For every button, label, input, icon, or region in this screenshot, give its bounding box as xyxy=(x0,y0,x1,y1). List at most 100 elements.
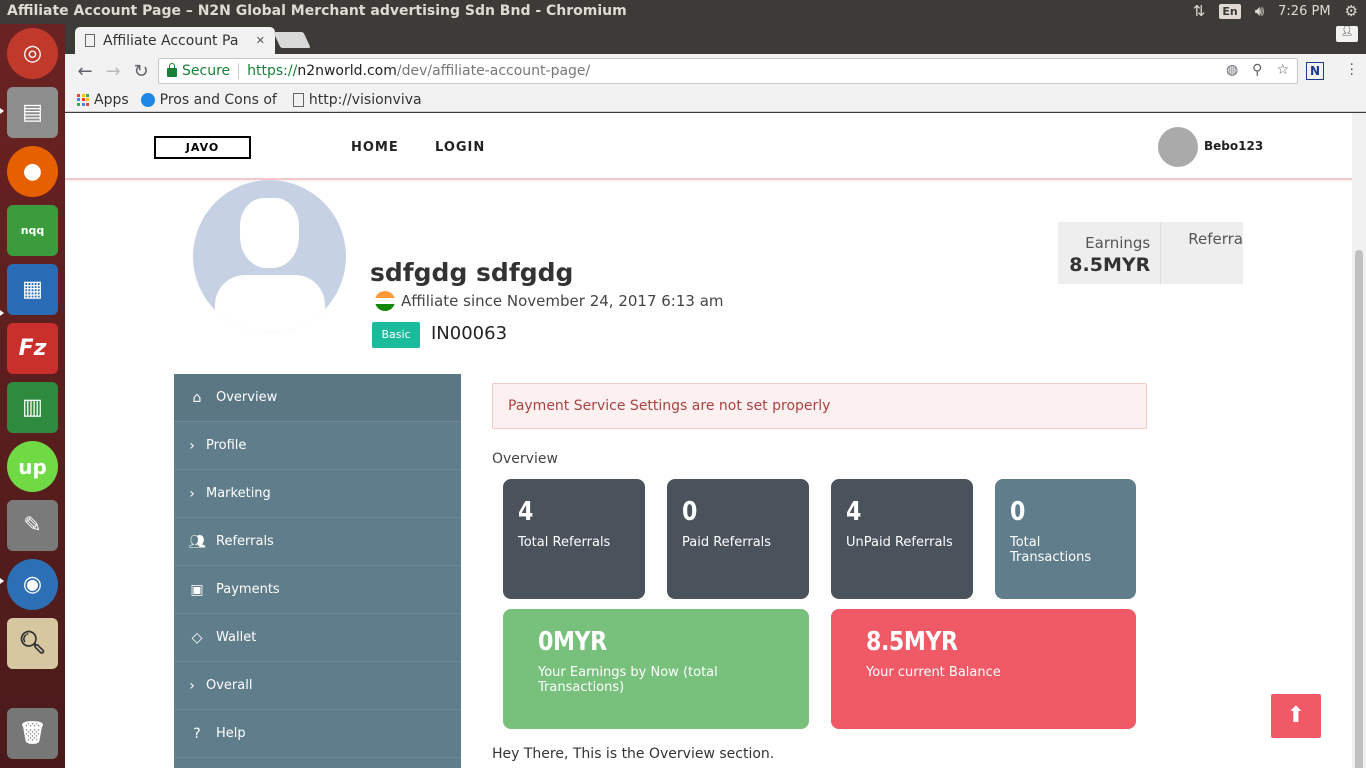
money-icon: ▣ xyxy=(190,581,204,598)
sidebar-item-referrals[interactable]: 👥︎ Referrals xyxy=(174,518,461,566)
system-settings-icon[interactable]: ✎ xyxy=(7,500,58,551)
chevron-right-icon: › xyxy=(189,485,195,502)
new-tab-button[interactable] xyxy=(273,32,311,48)
profile-name: sdfgdg sdfgdg xyxy=(370,258,574,287)
card-total-referrals: 4 Total Referrals xyxy=(503,479,645,599)
pin-icon[interactable]: ⚲ xyxy=(1252,62,1262,78)
volume-icon[interactable]: 🔊︎ xyxy=(1255,2,1264,20)
filezilla-icon[interactable]: Fz xyxy=(7,323,58,374)
sidebar-item-overall[interactable]: › Overall xyxy=(174,662,461,710)
bookmarks-bar: Apps Pros and Cons of http://visionviva xyxy=(65,88,1366,112)
launcher-running-indicator xyxy=(0,108,4,114)
scrollbar-thumb[interactable] xyxy=(1355,250,1363,768)
upwork-icon[interactable]: up xyxy=(7,441,58,492)
stats-summary: Earnings 8.5MYR Referra xyxy=(1058,222,1243,284)
card-paid-referrals: 0 Paid Referrals xyxy=(667,479,809,599)
apps-grid-icon xyxy=(77,93,89,106)
omnibox-actions: ◍ ⚲ ☆ xyxy=(1226,62,1289,78)
page-scrollbar[interactable] xyxy=(1352,113,1366,768)
account-sidebar: ⌂ Overview › Profile › Marketing 👥︎ Refe… xyxy=(174,374,461,768)
sidebar-item-wallet[interactable]: ◇ Wallet xyxy=(174,614,461,662)
bookmark-visionviva[interactable]: http://visionviva xyxy=(292,92,422,108)
writer-icon[interactable]: ▦ xyxy=(7,264,58,315)
reload-icon[interactable]: ↻ xyxy=(127,61,155,82)
user-avatar[interactable] xyxy=(1158,127,1198,167)
overview-text: Hey There, This is the Overview section. xyxy=(492,746,775,762)
forward-arrow-icon[interactable]: → xyxy=(99,61,127,82)
launcher-running-indicator xyxy=(0,310,4,316)
question-icon: ? xyxy=(193,725,201,742)
site-header: JAVO HOME LOGIN Bebo123 xyxy=(65,113,1352,180)
back-arrow-icon[interactable]: ← xyxy=(71,61,99,82)
calc-icon[interactable]: ▥ xyxy=(7,382,58,433)
nqq-icon[interactable]: nqq xyxy=(7,205,58,256)
keyboard-language[interactable]: En xyxy=(1219,3,1241,19)
card-balance: 8.5MYR Your current Balance xyxy=(831,609,1136,729)
os-top-panel: Affiliate Account Page – N2N Global Merc… xyxy=(0,0,1366,24)
image-viewer-icon[interactable]: 🔍︎ xyxy=(7,618,58,669)
browser-tabbar: Affiliate Account Pa ✕ 👤︎ xyxy=(65,24,1366,54)
back-to-top-button[interactable]: ⬆ xyxy=(1271,694,1321,738)
member-code: IN00063 xyxy=(431,323,508,344)
bookmark-site-icon xyxy=(140,92,155,107)
extension-n-icon[interactable]: N xyxy=(1306,62,1324,80)
bookmark-apps[interactable]: Apps xyxy=(77,92,129,108)
lock-icon xyxy=(167,63,177,77)
card-unpaid-referrals: 4 UnPaid Referrals xyxy=(831,479,973,599)
card-earnings: 0MYR Your Earnings by Now (total Transac… xyxy=(503,609,809,729)
menu-dots-icon[interactable]: · · · xyxy=(1350,58,1354,82)
profile-icon[interactable]: 👤︎ xyxy=(1336,26,1358,42)
chromium-icon[interactable]: ◉ xyxy=(7,559,58,610)
payment-settings-alert: Payment Service Settings are not set pro… xyxy=(492,383,1147,429)
clock[interactable]: 7:26 PM xyxy=(1278,4,1330,19)
browser-toolbar: ← → ↻ Secure https:// n2nworld.com /dev/… xyxy=(65,54,1366,88)
star-bookmark-icon[interactable]: ☆ xyxy=(1276,62,1289,78)
bookmark-pros-and-cons[interactable]: Pros and Cons of xyxy=(140,92,277,108)
system-tray: ⇅ En 🔊︎ 7:26 PM ⚙ xyxy=(1193,2,1358,20)
sidebar-item-marketing[interactable]: › Marketing xyxy=(174,470,461,518)
india-flag-icon xyxy=(375,291,395,311)
membership-badge: Basic xyxy=(372,322,420,348)
secure-indicator[interactable]: Secure xyxy=(167,63,230,79)
sidebar-item-help[interactable]: ? Help xyxy=(174,710,461,758)
chevron-right-icon: › xyxy=(189,437,195,454)
files-icon[interactable]: ▤ xyxy=(7,87,58,138)
launcher-running-indicator xyxy=(0,578,4,584)
users-icon: 👥︎ xyxy=(188,533,206,550)
translate-icon[interactable]: ◍ xyxy=(1226,62,1238,78)
page-viewport: JAVO HOME LOGIN Bebo123 sdfgdg sdfgdg Af… xyxy=(65,113,1352,768)
username[interactable]: Bebo123 xyxy=(1204,139,1263,153)
arrow-up-icon: ⬆ xyxy=(1286,703,1306,728)
screen: Affiliate Account Page – N2N Global Merc… xyxy=(0,0,1366,768)
sidebar-item-profile[interactable]: › Profile xyxy=(174,422,461,470)
tab-close-icon[interactable]: ✕ xyxy=(256,34,265,47)
page-icon xyxy=(292,92,304,107)
section-title: Overview xyxy=(492,451,558,467)
page-icon xyxy=(85,34,95,47)
referrals-stat: Referra xyxy=(1188,230,1243,248)
diamond-icon: ◇ xyxy=(191,629,203,646)
sidebar-item-overview[interactable]: ⌂ Overview xyxy=(174,374,461,422)
site-logo[interactable]: JAVO xyxy=(154,136,251,159)
tab-affiliate-account[interactable]: Affiliate Account Pa ✕ xyxy=(75,27,275,54)
network-icon[interactable]: ⇅ xyxy=(1193,2,1206,20)
affiliate-since: Affiliate since November 24, 2017 6:13 a… xyxy=(375,291,724,311)
ubuntu-dash-icon[interactable]: ◎ xyxy=(7,28,58,79)
nav-home-link[interactable]: HOME xyxy=(351,140,399,155)
card-total-transactions: 0 Total Transactions xyxy=(995,479,1136,599)
sidebar-item-payments[interactable]: ▣ Payments xyxy=(174,566,461,614)
nav-login-link[interactable]: LOGIN xyxy=(435,140,485,155)
window-title: Affiliate Account Page – N2N Global Merc… xyxy=(7,3,627,19)
ubuntu-launcher: ◎ ▤ ● nqq ▦ Fz ▥ up ✎ ◉ 🔍︎ 🗑︎ xyxy=(0,24,65,768)
trash-icon[interactable]: 🗑︎ xyxy=(7,708,58,759)
address-bar[interactable]: Secure https:// n2nworld.com /dev/affili… xyxy=(158,58,1298,84)
home-icon: ⌂ xyxy=(192,389,202,406)
settings-gear-icon[interactable]: ⚙ xyxy=(1345,2,1358,20)
chevron-right-icon: › xyxy=(189,677,195,694)
earnings-stat: Earnings 8.5MYR xyxy=(1058,222,1162,284)
profile-avatar xyxy=(193,180,346,333)
url-host: n2nworld.com xyxy=(297,63,397,79)
url-scheme: https:// xyxy=(247,63,298,79)
url-path: /dev/affiliate-account-page/ xyxy=(396,63,591,79)
firefox-icon[interactable]: ● xyxy=(7,146,58,197)
